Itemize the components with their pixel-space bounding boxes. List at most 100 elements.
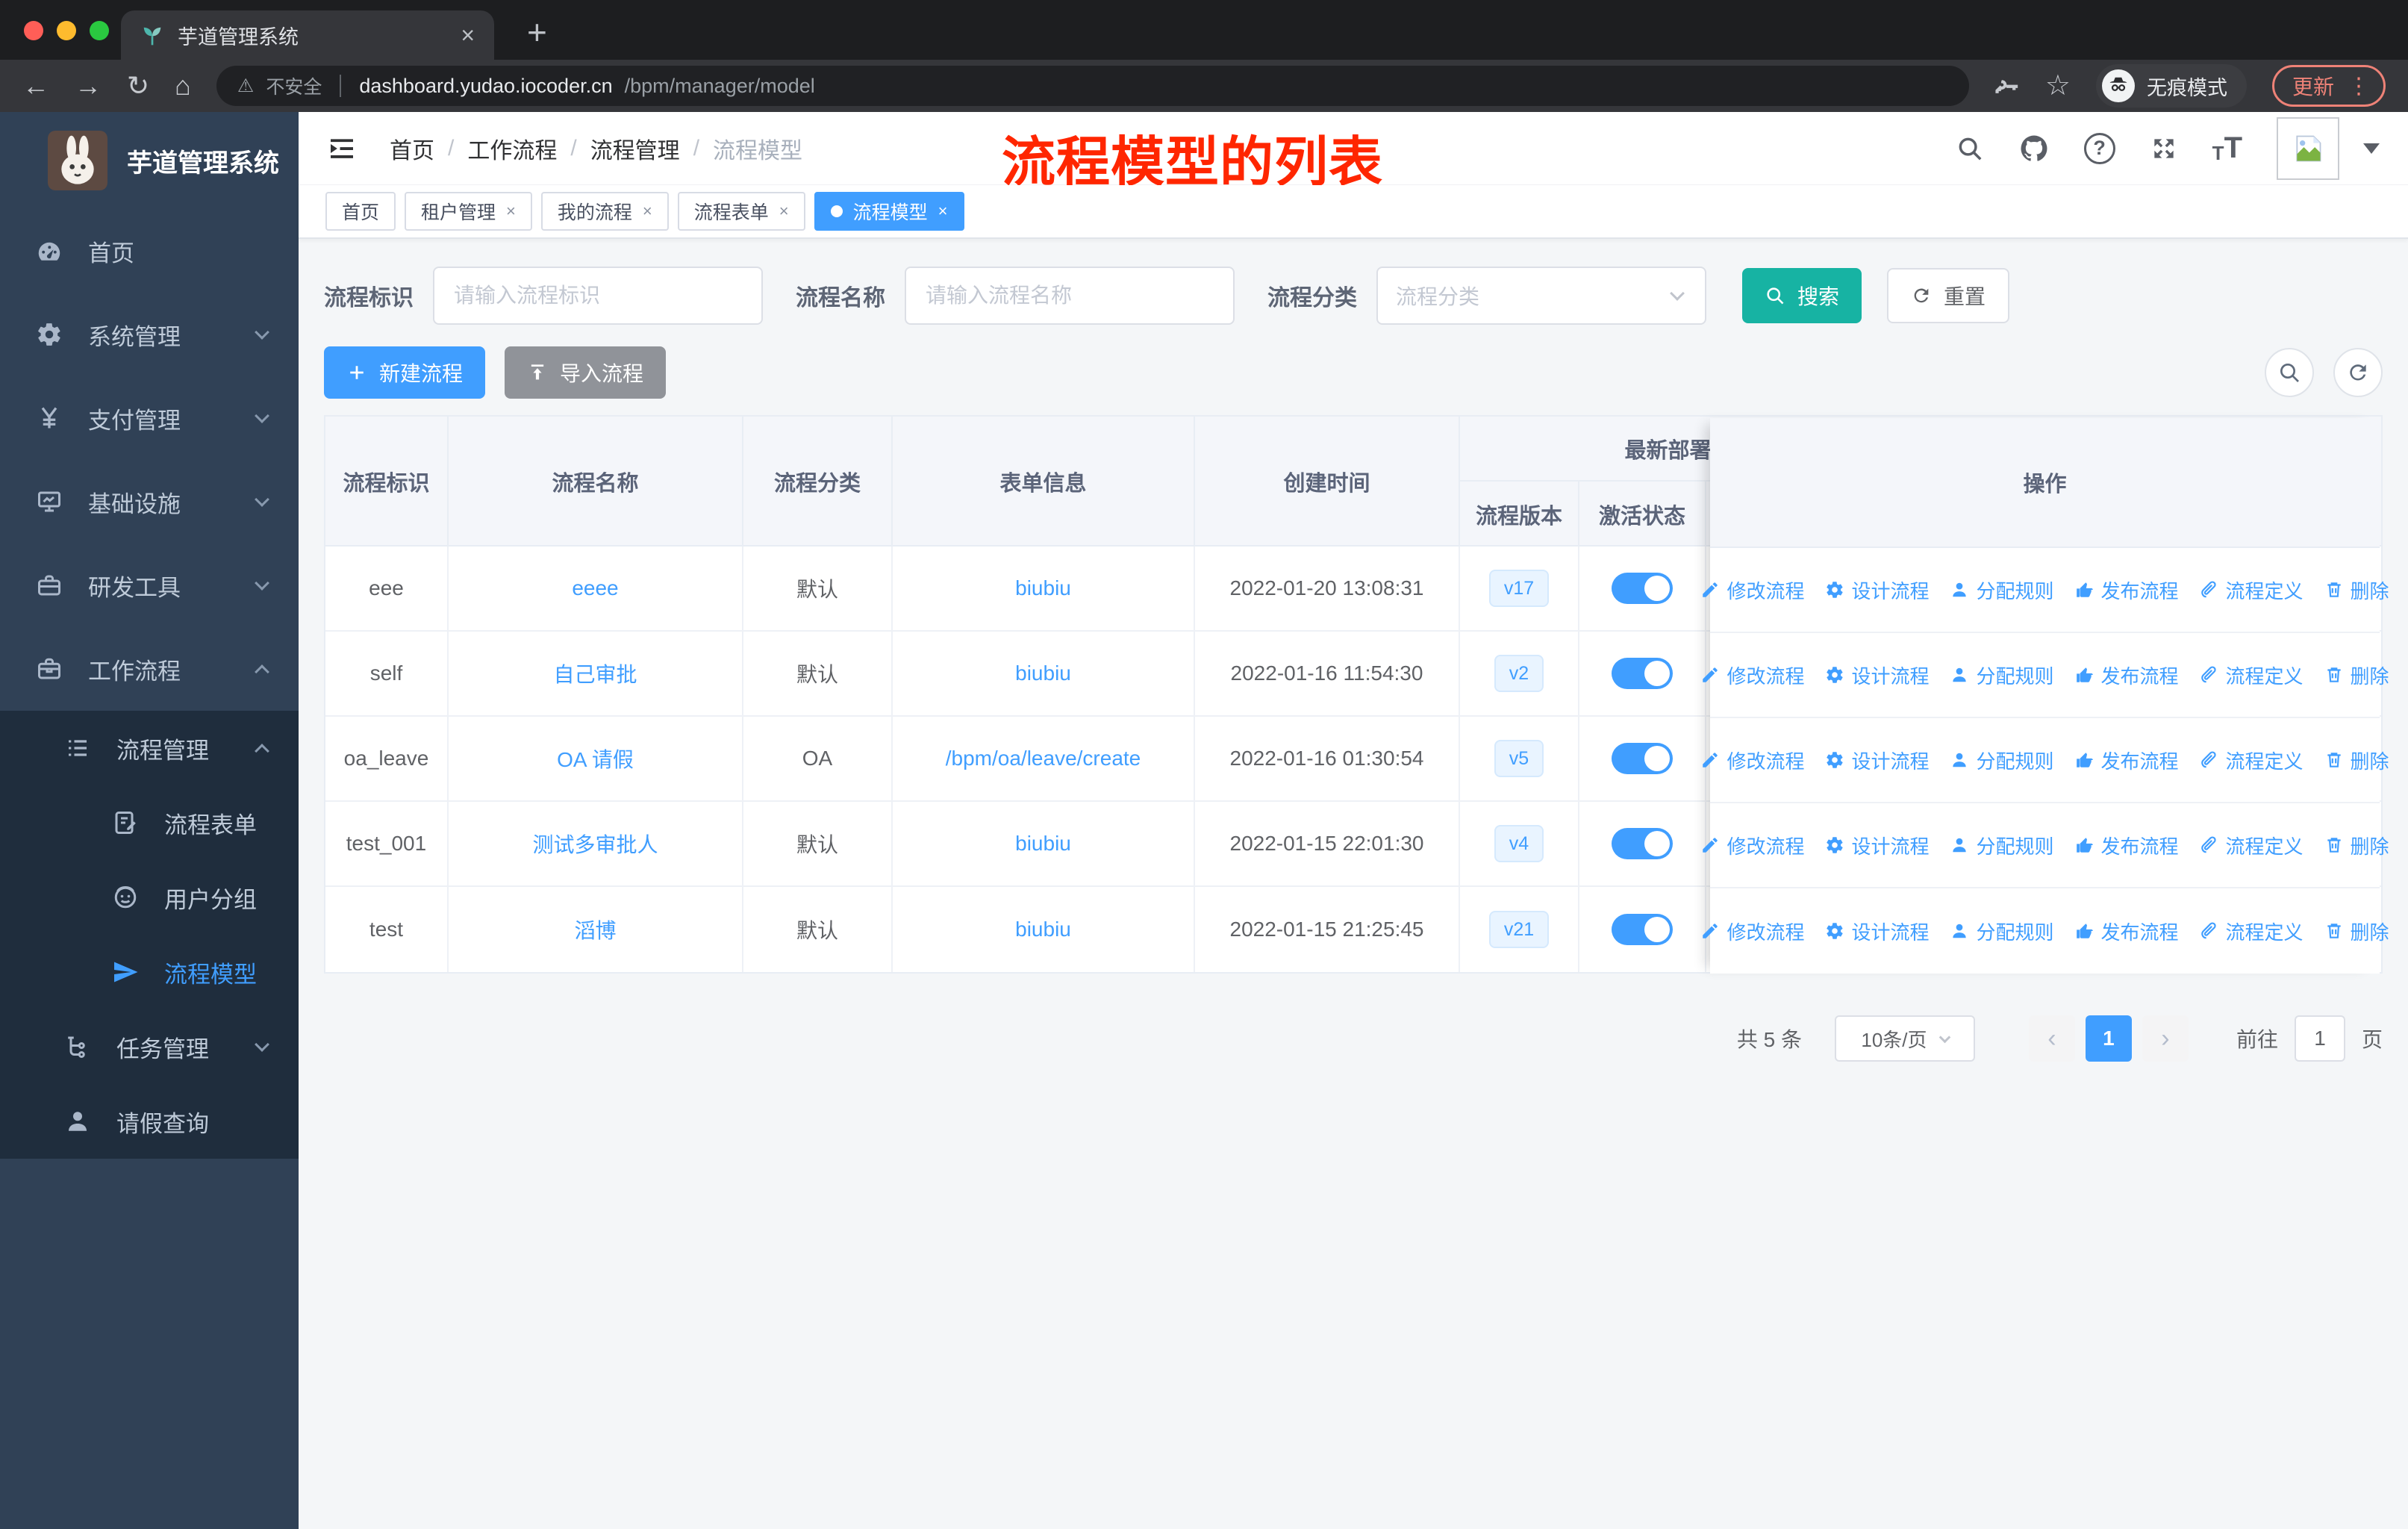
- filter-input-process-key[interactable]: [433, 267, 763, 325]
- tag-home[interactable]: 首页: [325, 192, 396, 231]
- key-icon[interactable]: [1994, 73, 2020, 99]
- action-link-assign-rule[interactable]: 分配规则: [1950, 576, 2054, 604]
- sidebar-item-task-mgmt[interactable]: 任务管理: [0, 1009, 299, 1084]
- sidebar-item-infra[interactable]: 基础设施: [0, 460, 299, 544]
- action-link-design[interactable]: 设计流程: [1825, 918, 1929, 945]
- action-link-assign-rule[interactable]: 分配规则: [1950, 918, 2054, 945]
- sidebar-item-process-form[interactable]: 流程表单: [0, 785, 299, 860]
- process-name-input[interactable]: [924, 283, 1215, 308]
- form-info-link[interactable]: biubiu: [1015, 918, 1071, 941]
- action-link-definition[interactable]: 流程定义: [2200, 576, 2303, 604]
- help-icon[interactable]: ?: [2083, 132, 2115, 164]
- action-link-delete[interactable]: 删除: [2324, 832, 2389, 859]
- action-link-publish[interactable]: 发布流程: [2075, 576, 2179, 604]
- sidebar-item-payment[interactable]: 支付管理: [0, 376, 299, 460]
- sidebar-item-process-model[interactable]: 流程模型: [0, 935, 299, 1009]
- action-link-delete[interactable]: 删除: [2324, 576, 2389, 604]
- active-toggle[interactable]: [1612, 743, 1673, 774]
- process-name-link[interactable]: OA 请假: [557, 744, 634, 773]
- back-icon[interactable]: ←: [22, 72, 49, 99]
- action-link-definition[interactable]: 流程定义: [2200, 918, 2303, 945]
- browser-menu-icon[interactable]: ⋮: [2348, 73, 2370, 99]
- maximize-window-button[interactable]: [90, 21, 109, 40]
- action-link-edit[interactable]: 修改流程: [1700, 661, 1804, 689]
- show-search-button[interactable]: [2265, 348, 2314, 397]
- breadcrumb-item[interactable]: 首页: [390, 132, 434, 165]
- filter-select-process-category[interactable]: 流程分类: [1376, 267, 1706, 325]
- sidebar-item-home[interactable]: 首页: [0, 209, 299, 293]
- process-name-link[interactable]: 测试多审批人: [532, 829, 658, 859]
- action-link-publish[interactable]: 发布流程: [2075, 661, 2179, 689]
- action-link-design[interactable]: 设计流程: [1825, 576, 1929, 604]
- tag-my-process[interactable]: 我的流程 ×: [540, 192, 669, 231]
- action-link-publish[interactable]: 发布流程: [2075, 832, 2179, 859]
- tab-close-icon[interactable]: ×: [461, 22, 475, 49]
- sidebar-item-process-mgmt[interactable]: 流程管理: [0, 711, 299, 785]
- action-link-edit[interactable]: 修改流程: [1700, 576, 1804, 604]
- minimize-window-button[interactable]: [57, 21, 76, 40]
- action-link-design[interactable]: 设计流程: [1825, 661, 1929, 689]
- next-page-button[interactable]: ›: [2142, 1015, 2189, 1062]
- reset-button[interactable]: 重置: [1887, 268, 2010, 323]
- action-link-publish[interactable]: 发布流程: [2075, 747, 2179, 774]
- create-process-button[interactable]: 新建流程: [324, 346, 486, 399]
- active-toggle[interactable]: [1612, 573, 1673, 604]
- action-link-definition[interactable]: 流程定义: [2200, 747, 2303, 774]
- tag-close-icon[interactable]: ×: [779, 202, 789, 221]
- user-avatar[interactable]: [2277, 116, 2339, 180]
- current-page-button[interactable]: 1: [2085, 1015, 2132, 1062]
- tag-process-form[interactable]: 流程表单 ×: [677, 192, 805, 231]
- process-key-input[interactable]: [452, 283, 743, 308]
- action-link-design[interactable]: 设计流程: [1825, 747, 1929, 774]
- bookmark-star-icon[interactable]: ☆: [2045, 72, 2071, 100]
- action-link-definition[interactable]: 流程定义: [2200, 661, 2303, 689]
- active-toggle[interactable]: [1612, 658, 1673, 689]
- active-toggle[interactable]: [1612, 914, 1673, 945]
- goto-page-input[interactable]: [2294, 1015, 2345, 1062]
- github-icon[interactable]: [2018, 133, 2050, 164]
- reload-icon[interactable]: ↻: [127, 72, 149, 99]
- fullscreen-icon[interactable]: [2150, 134, 2178, 163]
- tag-process-model[interactable]: 流程模型 ×: [814, 192, 964, 231]
- process-name-link[interactable]: 滔博: [574, 915, 616, 944]
- form-info-link[interactable]: biubiu: [1015, 832, 1071, 856]
- form-info-link[interactable]: /bpm/oa/leave/create: [946, 747, 1141, 770]
- search-button[interactable]: 搜索: [1742, 268, 1862, 323]
- action-link-definition[interactable]: 流程定义: [2200, 832, 2303, 859]
- active-toggle[interactable]: [1612, 828, 1673, 859]
- import-process-button[interactable]: 导入流程: [505, 346, 667, 399]
- avatar-caret-icon[interactable]: [2363, 143, 2380, 154]
- sidebar-item-user-group[interactable]: 用户分组: [0, 860, 299, 935]
- process-name-link[interactable]: eeee: [572, 576, 618, 600]
- sidebar-item-devtools[interactable]: 研发工具: [0, 544, 299, 627]
- search-icon[interactable]: [1956, 134, 1984, 163]
- font-size-icon[interactable]: TT: [2212, 131, 2242, 165]
- prev-page-button[interactable]: ‹: [2028, 1015, 2075, 1062]
- action-link-assign-rule[interactable]: 分配规则: [1950, 832, 2054, 859]
- tag-close-icon[interactable]: ×: [506, 202, 516, 221]
- close-window-button[interactable]: [24, 21, 43, 40]
- tag-tenant[interactable]: 租户管理 ×: [405, 192, 532, 231]
- action-link-assign-rule[interactable]: 分配规则: [1950, 661, 2054, 689]
- address-bar[interactable]: ⚠ 不安全 dashboard.yudao.iocoder.cn /bpm/ma…: [216, 66, 1969, 106]
- new-tab-button[interactable]: +: [527, 12, 547, 52]
- action-link-design[interactable]: 设计流程: [1825, 832, 1929, 859]
- action-link-edit[interactable]: 修改流程: [1700, 918, 1804, 945]
- form-info-link[interactable]: biubiu: [1015, 661, 1071, 685]
- action-link-delete[interactable]: 删除: [2324, 747, 2389, 774]
- browser-tab[interactable]: 芋道管理系统 ×: [121, 10, 494, 60]
- page-size-select[interactable]: 10条/页: [1834, 1015, 1975, 1062]
- process-name-link[interactable]: 自己审批: [553, 658, 637, 688]
- breadcrumb-item[interactable]: 工作流程: [467, 132, 557, 165]
- action-link-edit[interactable]: 修改流程: [1700, 832, 1804, 859]
- sidebar-item-system[interactable]: 系统管理: [0, 293, 299, 376]
- sidebar-item-leave-query[interactable]: 请假查询: [0, 1084, 299, 1159]
- tag-close-icon[interactable]: ×: [643, 202, 652, 221]
- filter-input-process-name[interactable]: [905, 267, 1235, 325]
- sidebar-fold-icon[interactable]: [327, 134, 357, 164]
- tag-close-icon[interactable]: ×: [938, 202, 948, 221]
- action-link-publish[interactable]: 发布流程: [2075, 918, 2179, 945]
- action-link-delete[interactable]: 删除: [2324, 661, 2389, 689]
- sidebar-item-workflow[interactable]: 工作流程: [0, 627, 299, 711]
- forward-icon[interactable]: →: [75, 72, 102, 99]
